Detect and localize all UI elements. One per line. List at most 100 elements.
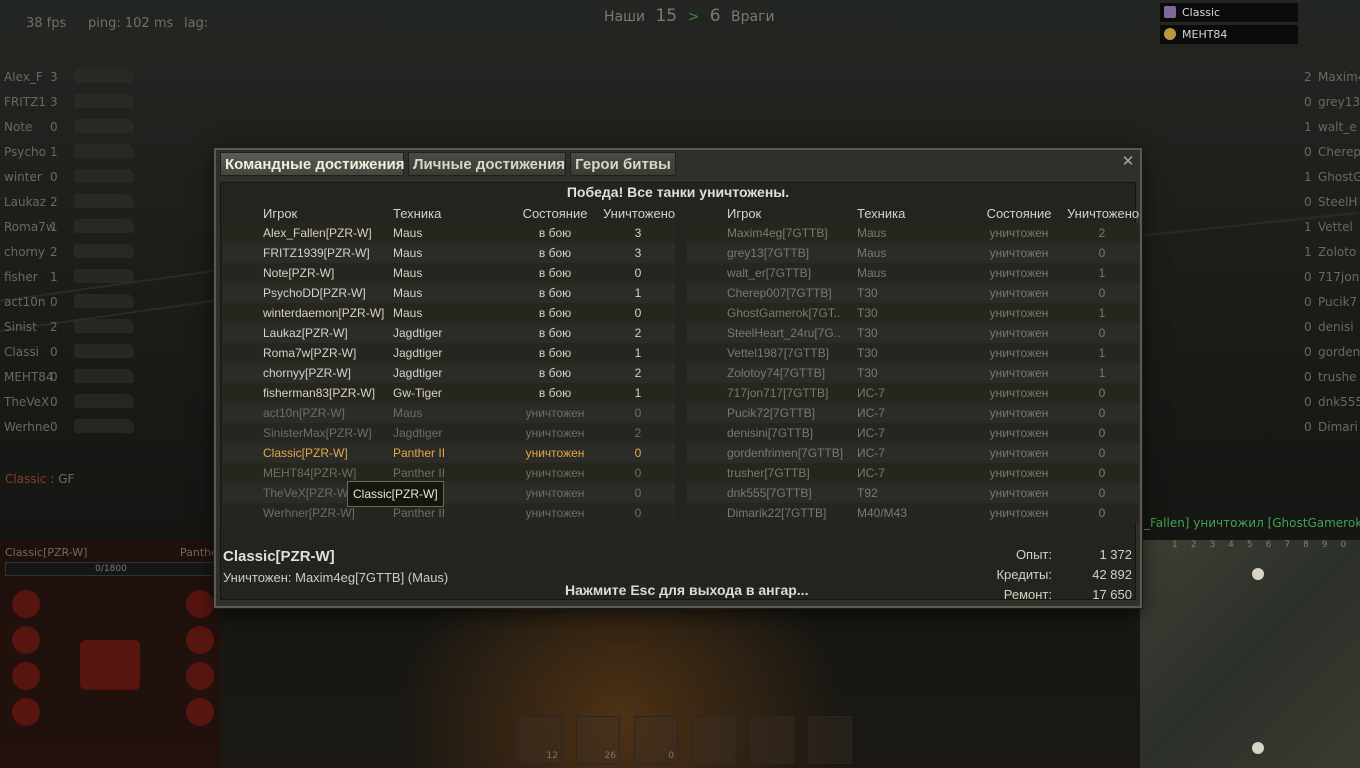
ally-panel-name: Roma7w: [4, 220, 56, 234]
ammo-rack-icon: [186, 626, 214, 654]
tank-silhouette-icon: [74, 69, 134, 83]
enemy-panel-row: 1 GhostG: [1296, 168, 1360, 193]
esc-hint: Нажмите Esc для выхода в ангар...: [565, 582, 809, 598]
enemy-panel-row: 1 Vettel: [1296, 218, 1360, 243]
stat-row: Опыт: 1 372: [980, 547, 1132, 567]
repair-kit-slot[interactable]: [750, 716, 794, 764]
cell-vehicle: T30: [857, 306, 878, 320]
table-row[interactable]: chornyy[PZR-W] Jagdtiger в бою 2: [223, 363, 675, 383]
tank-silhouette-icon: [74, 344, 134, 358]
table-row[interactable]: Maxim4eg[7GTTB] Maus уничтожен 2: [687, 223, 1139, 243]
cell-vehicle: ИС-7: [857, 386, 885, 400]
cell-vehicle: Maus: [857, 226, 887, 240]
table-row[interactable]: Laukaz[PZR-W] Jagdtiger в бою 2: [223, 323, 675, 343]
cell-player: SteelHeart_24ru[7G..: [727, 326, 841, 340]
table-row[interactable]: denisini[7GTTB] ИС-7 уничтожен 0: [687, 423, 1139, 443]
table-row[interactable]: trusher[7GTTB] ИС-7 уничтожен 0: [687, 463, 1139, 483]
table-row[interactable]: Vettel1987[7GTTB] T30 уничтожен 1: [687, 343, 1139, 363]
cell-player: Classic[PZR-W]: [263, 446, 348, 460]
table-row[interactable]: Cherep007[7GTTB] T30 уничтожен 0: [687, 283, 1139, 303]
cell-state: уничтожен: [525, 406, 585, 420]
table-row[interactable]: winterdaemon[PZR-W] Maus в бою 0: [223, 303, 675, 323]
stat-row: Ремонт: 17 650: [980, 587, 1132, 607]
table-row[interactable]: walt_er[7GTTB] Maus уничтожен 1: [687, 263, 1139, 283]
table-row[interactable]: Zolotoy74[7GTTB] T30 уничтожен 1: [687, 363, 1139, 383]
chat-author: Classic: [5, 472, 47, 486]
table-row[interactable]: MEHT84[PZR-W] Panther II уничтожен 0: [223, 463, 675, 483]
table-row[interactable]: Roma7w[PZR-W] Jagdtiger в бою 1: [223, 343, 675, 363]
cell-vehicle: T30: [857, 366, 878, 380]
cell-kills: 0: [1098, 386, 1106, 400]
cell-state: в бою: [538, 286, 572, 300]
table-row[interactable]: dnk555[7GTTB] T92 уничтожен 0: [687, 483, 1139, 503]
first-aid-slot[interactable]: [808, 716, 852, 764]
tab-battle-heroes[interactable]: Герои битвы: [570, 152, 676, 176]
table-row[interactable]: Alex_Fallen[PZR-W] Maus в бою 3: [223, 223, 675, 243]
enemy-panel-frags: 0: [1304, 420, 1312, 434]
enemy-panel-frags: 0: [1304, 370, 1312, 384]
cell-state: уничтожен: [989, 326, 1049, 340]
table-row[interactable]: Werhner[PZR-W] Panther II уничтожен 0: [223, 503, 675, 523]
tab-personal-achievements[interactable]: Личные достижения: [408, 152, 566, 176]
stat-value: 17 650: [1092, 587, 1132, 602]
tank-silhouette-icon: [74, 219, 134, 233]
ally-team-table: Игрок Техника Состояние Уничтожено Alex_…: [223, 205, 675, 523]
cell-state: в бою: [538, 366, 572, 380]
enemy-panel-row: 0 gorden: [1296, 343, 1360, 368]
table-row[interactable]: SinisterMax[PZR-W] Jagdtiger уничтожен 2: [223, 423, 675, 443]
enemy-panel-row: 0 Cherep: [1296, 143, 1360, 168]
table-row[interactable]: PsychoDD[PZR-W] Maus в бою 1: [223, 283, 675, 303]
minimap[interactable]: 1234567890: [1140, 540, 1360, 768]
tab-team-achievements[interactable]: Командные достижения: [220, 152, 405, 176]
table-row[interactable]: Dimarik22[7GTTB] M40/M43 уничтожен 0: [687, 503, 1139, 523]
table-row[interactable]: FRITZ1939[PZR-W] Maus в бою 3: [223, 243, 675, 263]
table-row[interactable]: gordenfrimen[7GTTB] ИС-7 уничтожен 0: [687, 443, 1139, 463]
tank-silhouette-icon: [74, 419, 134, 433]
cell-player: Dimarik22[7GTTB]: [727, 506, 827, 520]
table-row[interactable]: 717jon717[7GTTB] ИС-7 уничтожен 0: [687, 383, 1139, 403]
ammo-count: 0: [668, 751, 674, 761]
cell-state: уничтожен: [989, 226, 1049, 240]
ammo-count: 26: [604, 751, 616, 761]
table-row[interactable]: SteelHeart_24ru[7G.. T30 уничтожен 0: [687, 323, 1139, 343]
ours-score: 15: [655, 6, 678, 26]
cell-state: уничтожен: [989, 266, 1049, 280]
table-row[interactable]: Pucik72[7GTTB] ИС-7 уничтожен 0: [687, 403, 1139, 423]
fps-counter: 38 fps: [26, 16, 67, 31]
cell-kills: 1: [634, 346, 642, 360]
cell-vehicle: Maus: [857, 266, 887, 280]
cell-vehicle: Jagdtiger: [393, 426, 443, 440]
enemy-panel-row: 0 grey13: [1296, 93, 1360, 118]
table-row[interactable]: TheVeX[PZR-W]Panther IIуничтожен0: [223, 483, 675, 503]
table-row[interactable]: fisherman83[PZR-W] Gw-Tiger в бою 1: [223, 383, 675, 403]
table-row[interactable]: Note[PZR-W] Maus в бою 0: [223, 263, 675, 283]
table-row[interactable]: act10n[PZR-W] Maus уничтожен 0: [223, 403, 675, 423]
table-row[interactable]: grey13[7GTTB] Maus уничтожен 0: [687, 243, 1139, 263]
close-button[interactable]: ✕: [1120, 154, 1136, 170]
ammo-slot[interactable]: 12: [518, 716, 562, 764]
tank-silhouette-icon: [74, 244, 134, 258]
ammo-slot[interactable]: 0: [634, 716, 678, 764]
col-state: Состояние: [522, 206, 588, 221]
player-icon: [1164, 6, 1176, 18]
cell-kills: 0: [634, 306, 642, 320]
fire-extinguisher-slot[interactable]: [692, 716, 736, 764]
cell-vehicle: Panther II: [393, 506, 446, 520]
enemy-panel-row: 0 SteelH: [1296, 193, 1360, 218]
table-row[interactable]: Classic[PZR-W] Panther II уничтожен 0: [223, 443, 675, 463]
cell-vehicle: Maus: [393, 266, 423, 280]
cell-kills: 2: [634, 326, 642, 340]
cell-state: уничтожен: [989, 366, 1049, 380]
table-row[interactable]: GhostGamerok[7GT.. T30 уничтожен 1: [687, 303, 1139, 323]
enemy-panel-frags: 0: [1304, 195, 1312, 209]
tank-silhouette-icon: [74, 394, 134, 408]
col-vehicle: Техника: [393, 206, 442, 221]
enemy-panel-name: GhostG: [1318, 170, 1360, 184]
ally-panel-row: MEHT84 0: [4, 368, 144, 393]
cell-vehicle: ИС-7: [857, 426, 885, 440]
platoon-member: MEHT84: [1160, 25, 1298, 44]
enemy-panel-row: 0 trushe: [1296, 368, 1360, 393]
cell-state: в бою: [538, 326, 572, 340]
ammo-slot[interactable]: 26: [576, 716, 620, 764]
platoon-member-name: Classic: [1182, 6, 1221, 19]
